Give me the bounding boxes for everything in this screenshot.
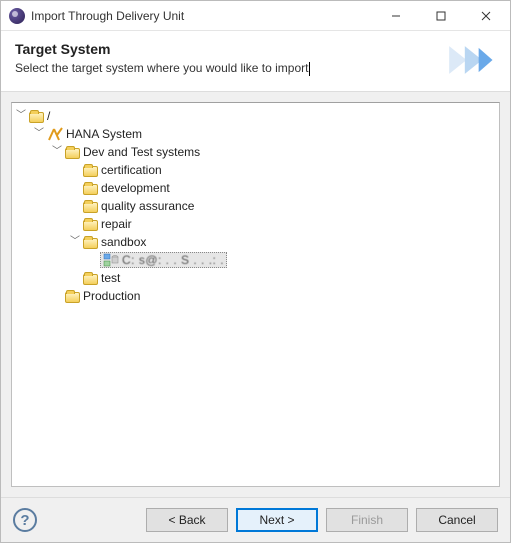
folder-icon <box>83 184 98 195</box>
text-caret <box>309 62 310 76</box>
tree-item-sandbox[interactable]: ﹀ sandbox <box>68 233 497 251</box>
tree-root[interactable]: ﹀ / <box>14 107 497 125</box>
wizard-banner-icon <box>440 41 496 79</box>
folder-open-icon <box>83 238 98 249</box>
system-icon <box>47 126 63 142</box>
folder-icon <box>83 166 98 177</box>
titlebar: Import Through Delivery Unit <box>1 1 510 31</box>
tree-item-hana-system[interactable]: ﹀ HANA System <box>32 125 497 143</box>
content-area: ﹀ / ﹀ <box>1 92 510 497</box>
wizard-button-bar: ? < Back Next > Finish Cancel <box>1 497 510 542</box>
page-title: Target System <box>15 41 440 57</box>
cancel-button[interactable]: Cancel <box>416 508 498 532</box>
maximize-button[interactable] <box>418 1 463 31</box>
minimize-button[interactable] <box>373 1 418 31</box>
expand-toggle-icon[interactable]: ﹀ <box>32 127 46 141</box>
next-button[interactable]: Next > <box>236 508 318 532</box>
tree-item-quality-assurance[interactable]: › quality assurance <box>68 197 497 215</box>
tree-item-test[interactable]: › test <box>68 269 497 287</box>
tree-label: test <box>101 269 120 287</box>
folder-open-icon <box>65 148 80 159</box>
tree-item-sandbox-connection[interactable]: › <box>86 251 497 269</box>
tree-label: HANA System <box>66 125 142 143</box>
tree-label: sandbox <box>101 233 146 251</box>
tree-item-production[interactable]: › Production <box>50 287 497 305</box>
tree-label: C: s@: . . S . . .: . <box>122 251 224 269</box>
page-description: Select the target system where you would… <box>15 61 440 76</box>
finish-button[interactable]: Finish <box>326 508 408 532</box>
app-icon <box>9 8 25 24</box>
window-title: Import Through Delivery Unit <box>31 9 373 23</box>
expand-toggle-icon[interactable]: ﹀ <box>14 109 28 123</box>
expand-toggle-icon[interactable]: ﹀ <box>68 235 82 249</box>
selected-item[interactable]: C: s@: . . S . . .: . <box>100 252 227 268</box>
folder-icon <box>65 292 80 303</box>
tree-label: / <box>47 107 50 125</box>
tree-label: Dev and Test systems <box>83 143 200 161</box>
folder-icon <box>83 202 98 213</box>
tree-item-development[interactable]: › development <box>68 179 497 197</box>
tree-item-certification[interactable]: › certification <box>68 161 497 179</box>
tree-label: repair <box>101 215 132 233</box>
target-system-tree[interactable]: ﹀ / ﹀ <box>11 102 500 487</box>
tree-label: development <box>101 179 170 197</box>
tree-label: quality assurance <box>101 197 194 215</box>
help-button[interactable]: ? <box>13 508 37 532</box>
tree-item-repair[interactable]: › repair <box>68 215 497 233</box>
tree-label: Production <box>83 287 140 305</box>
wizard-header: Target System Select the target system w… <box>1 31 510 92</box>
close-button[interactable] <box>463 1 508 31</box>
expand-toggle-icon[interactable]: ﹀ <box>50 145 64 159</box>
back-button[interactable]: < Back <box>146 508 228 532</box>
folder-icon <box>83 274 98 285</box>
tree-label: certification <box>101 161 162 179</box>
folder-icon <box>83 220 98 231</box>
tree-item-dev-test[interactable]: ﹀ Dev and Test systems <box>50 143 497 161</box>
database-connection-icon <box>103 252 119 268</box>
folder-open-icon <box>29 112 44 123</box>
